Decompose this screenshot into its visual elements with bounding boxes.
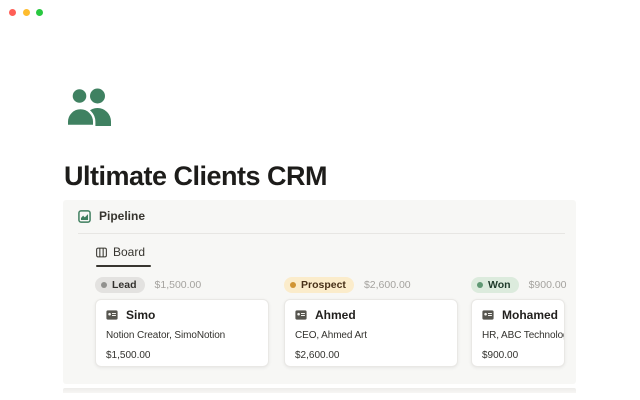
notion-window: Ultimate Clients CRM Pipeline Board bbox=[0, 0, 640, 400]
contact-card-icon bbox=[106, 310, 118, 320]
board-column-won: Won $900.00 Mo bbox=[471, 277, 565, 367]
close-window-button[interactable] bbox=[9, 9, 16, 16]
card-subtitle: CEO, Ahmed Art bbox=[295, 330, 447, 341]
status-label: Lead bbox=[112, 279, 137, 291]
pipeline-section-toggle[interactable]: Pipeline bbox=[78, 209, 145, 223]
contact-card-icon bbox=[295, 310, 307, 320]
status-badge-prospect[interactable]: Prospect bbox=[284, 277, 354, 293]
column-total: $2,600.00 bbox=[364, 279, 411, 291]
column-header: Prospect $2,600.00 bbox=[284, 277, 458, 293]
card-name: Simo bbox=[126, 308, 155, 322]
window-controls bbox=[9, 9, 43, 16]
card-amount: $900.00 bbox=[482, 350, 554, 361]
kanban-board: Lead $1,500.00 bbox=[95, 277, 565, 367]
card-amount: $1,500.00 bbox=[106, 350, 258, 361]
pipeline-panel: Pipeline Board Lead bbox=[63, 200, 576, 384]
next-section-edge bbox=[63, 388, 576, 393]
board-icon bbox=[96, 247, 107, 258]
board-column-lead: Lead $1,500.00 bbox=[95, 277, 269, 367]
status-dot-icon bbox=[101, 282, 107, 288]
column-total: $900.00 bbox=[529, 279, 567, 291]
card-name: Mohamed bbox=[502, 308, 558, 322]
status-label: Prospect bbox=[301, 279, 346, 291]
status-badge-lead[interactable]: Lead bbox=[95, 277, 145, 293]
people-icon[interactable] bbox=[66, 86, 112, 126]
card-amount: $2,600.00 bbox=[295, 350, 447, 361]
board-card-ahmed[interactable]: Ahmed CEO, Ahmed Art $2,600.00 bbox=[284, 299, 458, 367]
board-card-mohamed[interactable]: Mohamed HR, ABC Technology $900.00 bbox=[471, 299, 565, 367]
status-dot-icon bbox=[290, 282, 296, 288]
minimize-window-button[interactable] bbox=[23, 9, 30, 16]
status-label: Won bbox=[488, 279, 511, 291]
status-dot-icon bbox=[477, 282, 483, 288]
chart-icon bbox=[78, 210, 91, 223]
column-header: Lead $1,500.00 bbox=[95, 277, 269, 293]
tab-board-label: Board bbox=[113, 245, 145, 259]
page-title[interactable]: Ultimate Clients CRM bbox=[64, 161, 327, 192]
card-subtitle: HR, ABC Technology bbox=[482, 330, 554, 341]
column-total: $1,500.00 bbox=[155, 279, 202, 291]
board-column-prospect: Prospect $2,600.00 bbox=[284, 277, 458, 367]
status-badge-won[interactable]: Won bbox=[471, 277, 519, 293]
board-card-simo[interactable]: Simo Notion Creator, SimoNotion $1,500.0… bbox=[95, 299, 269, 367]
pipeline-section-title: Pipeline bbox=[99, 209, 145, 223]
active-tab-indicator bbox=[96, 265, 151, 267]
card-name: Ahmed bbox=[315, 308, 356, 322]
contact-card-icon bbox=[482, 310, 494, 320]
column-header: Won $900.00 bbox=[471, 277, 565, 293]
zoom-window-button[interactable] bbox=[36, 9, 43, 16]
tab-board[interactable]: Board bbox=[96, 245, 145, 265]
card-subtitle: Notion Creator, SimoNotion bbox=[106, 330, 258, 341]
section-divider bbox=[78, 233, 565, 234]
